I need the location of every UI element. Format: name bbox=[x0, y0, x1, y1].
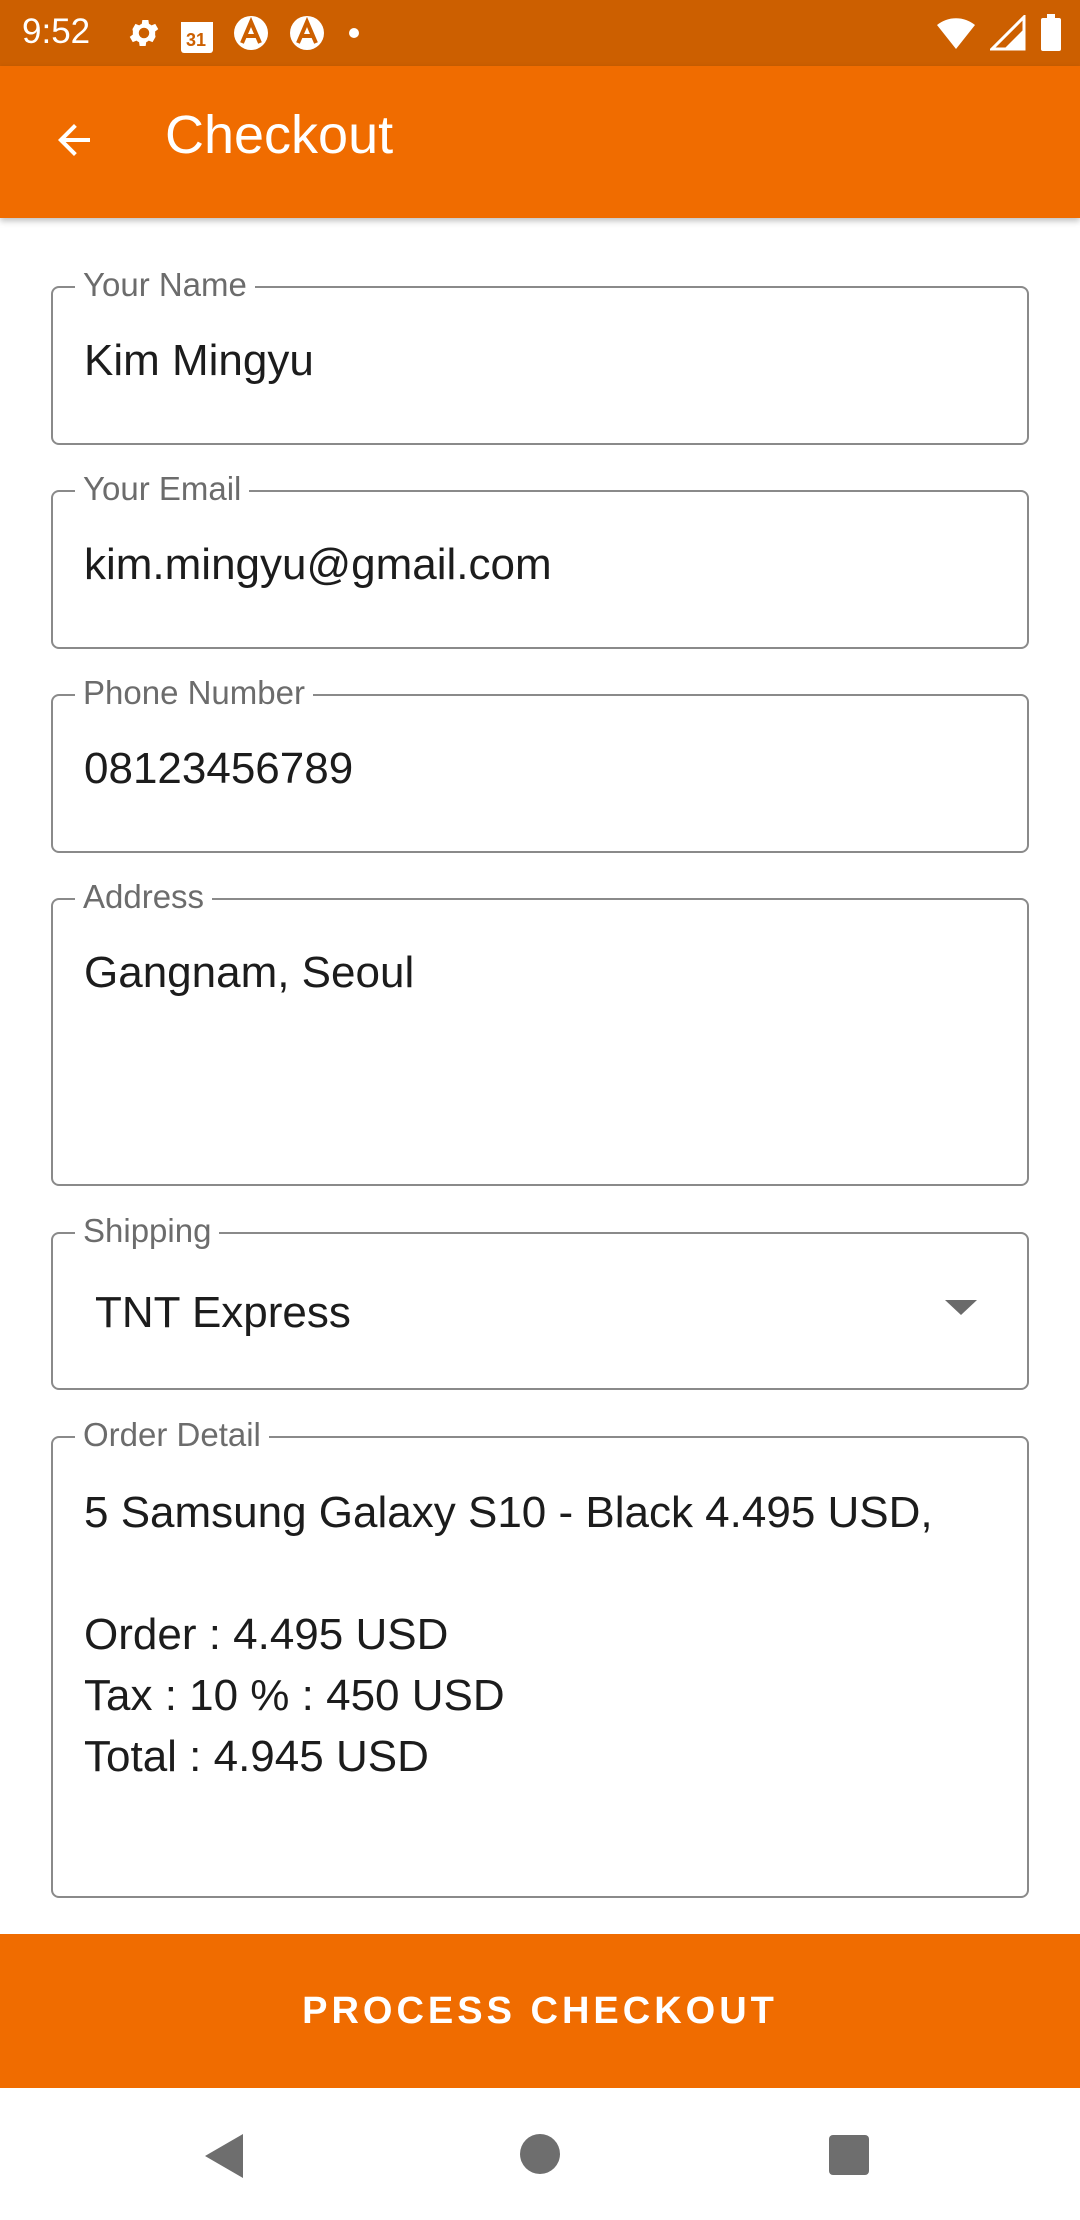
phone-input-value[interactable]: 08123456789 bbox=[84, 738, 997, 799]
address-field[interactable]: Address Gangnam, Seoul bbox=[51, 878, 1029, 1186]
email-field-label: Your Email bbox=[75, 470, 250, 508]
name-field-label: Your Name bbox=[75, 266, 255, 304]
email-input-value[interactable]: kim.mingyu@gmail.com bbox=[84, 534, 997, 595]
app-bar: Checkout bbox=[0, 66, 1080, 218]
calendar-icon: 31 bbox=[180, 18, 214, 54]
signal-icon bbox=[988, 13, 1026, 56]
system-nav-bar bbox=[0, 2088, 1080, 2220]
name-field[interactable]: Your Name Kim Mingyu bbox=[51, 266, 1029, 445]
address-input-value[interactable]: Gangnam, Seoul bbox=[84, 942, 997, 1003]
nav-home-icon[interactable] bbox=[520, 2134, 560, 2174]
process-checkout-button[interactable]: PROCESS CHECKOUT bbox=[0, 1934, 1080, 2088]
shipping-dropdown[interactable]: Shipping TNT Express bbox=[51, 1212, 1029, 1390]
order-detail-field[interactable]: Order Detail 5 Samsung Galaxy S10 - Blac… bbox=[51, 1416, 1029, 1898]
status-icons-right bbox=[936, 13, 1062, 57]
email-field[interactable]: Your Email kim.mingyu@gmail.com bbox=[51, 470, 1029, 649]
battery-icon bbox=[1040, 14, 1062, 57]
address-field-label: Address bbox=[75, 878, 213, 916]
wifi-icon bbox=[936, 15, 976, 56]
dropdown-arrow-icon[interactable] bbox=[945, 1300, 977, 1315]
phone-field-label: Phone Number bbox=[75, 674, 313, 712]
app-a-icon bbox=[288, 14, 326, 57]
app-a-icon bbox=[232, 14, 270, 57]
back-button[interactable] bbox=[44, 112, 104, 172]
arrow-back-icon bbox=[50, 116, 98, 169]
name-input-value[interactable]: Kim Mingyu bbox=[84, 330, 997, 391]
page-title: Checkout bbox=[165, 105, 394, 165]
order-detail-value[interactable]: 5 Samsung Galaxy S10 - Black 4.495 USD, … bbox=[84, 1482, 997, 1787]
shipping-field-label: Shipping bbox=[75, 1212, 220, 1250]
phone-field[interactable]: Phone Number 08123456789 bbox=[51, 674, 1029, 853]
calendar-day: 31 bbox=[186, 29, 207, 50]
dot-icon bbox=[344, 23, 364, 48]
shipping-selected-value: TNT Express bbox=[95, 1288, 351, 1337]
nav-back-icon[interactable] bbox=[205, 2134, 243, 2178]
nav-recents-icon[interactable] bbox=[829, 2135, 869, 2175]
status-bar: 9:52 31 bbox=[0, 0, 1080, 66]
gear-icon bbox=[126, 15, 162, 56]
status-icons-left: 31 bbox=[126, 14, 364, 57]
order-detail-field-label: Order Detail bbox=[75, 1416, 269, 1454]
status-time: 9:52 bbox=[22, 12, 91, 51]
